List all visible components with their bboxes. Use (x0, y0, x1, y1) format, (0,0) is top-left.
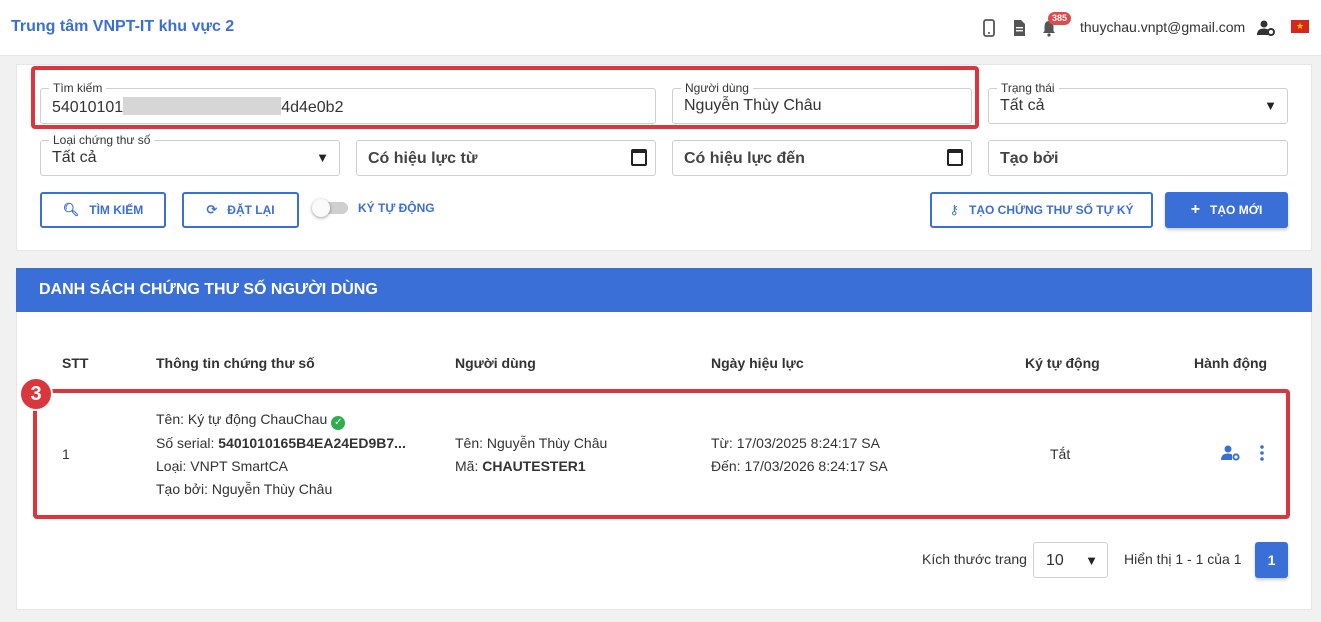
auto-sign-toggle[interactable] (312, 199, 348, 217)
column-header-auto-sign: Ký tự động (1025, 355, 1100, 371)
user-settings-icon[interactable] (1256, 18, 1276, 38)
chevron-down-icon[interactable]: ▼ (316, 150, 329, 165)
column-header-actions: Hành động (1194, 355, 1268, 371)
calendar-icon[interactable] (631, 149, 647, 166)
column-header-validity: Ngày hiệu lực (711, 355, 804, 371)
plus-icon: + (1190, 201, 1201, 218)
reset-button[interactable]: ⟳ ĐẶT LẠI (182, 192, 299, 228)
status-select[interactable]: Trạng thái Tất cả ▼ (988, 81, 1288, 124)
created-by-placeholder[interactable]: Tạo bởi (1000, 150, 1058, 168)
vietnam-flag-icon[interactable]: ★ (1291, 20, 1309, 33)
cert-type-select-value[interactable]: Tất cả (52, 149, 96, 167)
chevron-down-icon[interactable]: ▼ (1264, 98, 1277, 113)
pagination-info: Hiển thị 1 - 1 của 1 (1124, 551, 1242, 567)
step-marker: 3 (19, 377, 53, 411)
column-header-user: Người dùng (455, 355, 536, 371)
list-header: DANH SÁCH CHỨNG THƯ SỐ NGƯỜI DÙNG (16, 268, 1312, 312)
valid-to-placeholder[interactable]: Có hiệu lực đến (684, 150, 805, 168)
search-icon: 🔍︎ (62, 202, 80, 217)
status-select-label: Trạng thái (997, 81, 1059, 95)
search-button[interactable]: 🔍︎ TÌM KIẾM (40, 192, 166, 228)
page-size-label: Kích thước trang (922, 551, 1027, 567)
create-new-button[interactable]: + TẠO MỚI (1165, 192, 1288, 228)
auto-sign-label: KÝ TỰ ĐỘNG (358, 201, 435, 215)
app-title: Trung tâm VNPT-IT khu vực 2 (11, 18, 235, 35)
cert-type-select[interactable]: Loại chứng thư số Tất cả ▼ (40, 133, 340, 176)
column-header-cert-info: Thông tin chứng thư số (156, 355, 315, 371)
list-title: DANH SÁCH CHỨNG THƯ SỐ NGƯỜI DÙNG (39, 281, 378, 298)
notification-badge: 385 (1048, 12, 1072, 25)
highlight-row-box (33, 389, 1290, 519)
user-email[interactable]: thuychau.vnpt@gmail.com (1080, 19, 1245, 35)
mobile-icon[interactable] (979, 18, 999, 38)
calendar-icon[interactable] (947, 149, 963, 166)
document-icon[interactable] (1009, 18, 1029, 38)
refresh-icon: ⟳ (206, 202, 218, 217)
status-select-value[interactable]: Tất cả (1000, 97, 1044, 115)
key-icon: ⚷ (949, 202, 959, 217)
page-size-value[interactable]: 10 (1046, 552, 1064, 570)
highlight-search-box (31, 66, 979, 129)
valid-to-field[interactable]: Có hiệu lực đến (672, 140, 972, 176)
page-size-select[interactable]: 10 ▼ (1033, 542, 1108, 578)
top-bar: Trung tâm VNPT-IT khu vực 2 385 thuychau… (0, 0, 1321, 56)
cert-type-select-label: Loại chứng thư số (49, 133, 155, 147)
column-header-stt: STT (62, 355, 89, 371)
page-button-current[interactable]: 1 (1255, 542, 1288, 578)
valid-from-field[interactable]: Có hiệu lực từ (356, 140, 656, 176)
created-by-field[interactable]: Tạo bởi (988, 140, 1288, 176)
create-self-signed-button[interactable]: ⚷ TẠO CHỨNG THƯ SỐ TỰ KÝ (930, 192, 1153, 228)
valid-from-placeholder[interactable]: Có hiệu lực từ (368, 150, 477, 168)
chevron-down-icon[interactable]: ▼ (1085, 553, 1098, 568)
toggle-knob[interactable] (312, 199, 330, 217)
